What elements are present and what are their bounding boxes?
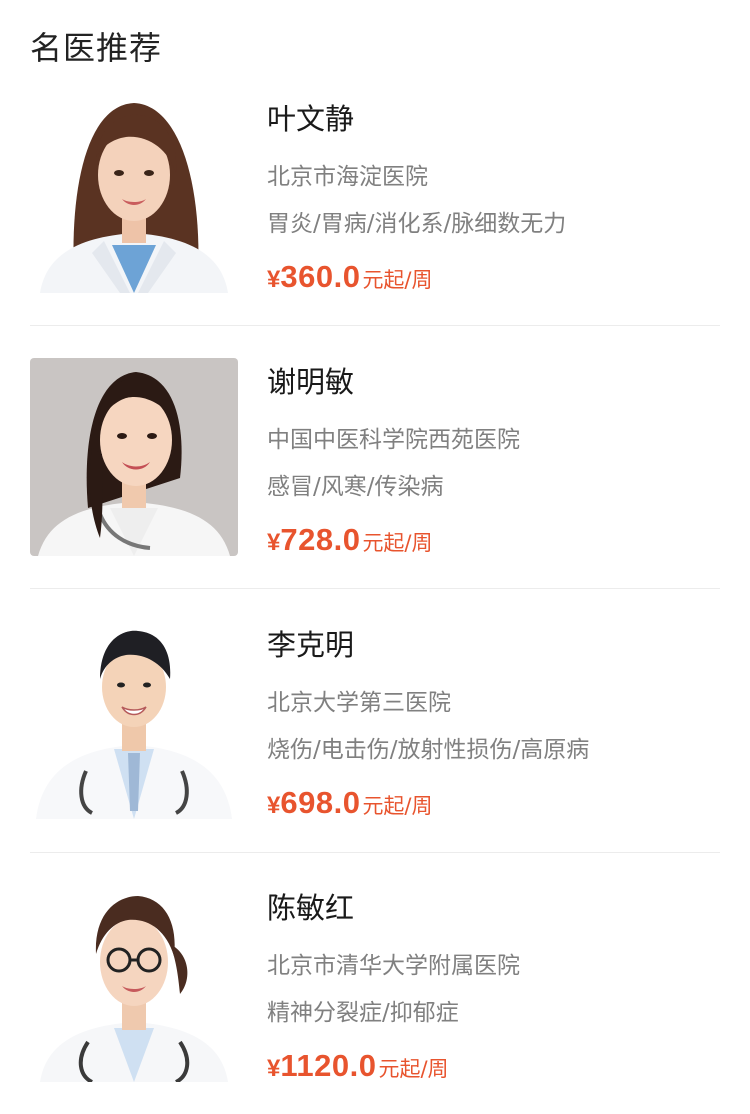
doctor-photo: [30, 95, 238, 293]
divider: [30, 852, 720, 853]
doctor-card[interactable]: 陈敏红 北京市清华大学附属医院 精神分裂症/抑郁症 ¥ 1120.0 元起/周: [30, 884, 720, 1084]
doctor-name: 陈敏红: [267, 891, 355, 925]
price-row: ¥ 698.0 元起/周: [267, 785, 433, 825]
doctor-specialty: 烧伤/电击伤/放射性损伤/高原病: [267, 737, 590, 763]
doctor-info: 陈敏红 北京市清华大学附属医院 精神分裂症/抑郁症 ¥ 1120.0 元起/周: [267, 884, 720, 1084]
price-value: 360.0: [280, 259, 361, 294]
price-currency: ¥: [267, 529, 281, 556]
price-row: ¥ 728.0 元起/周: [267, 522, 433, 562]
female-doctor-portrait-icon: [30, 95, 238, 293]
doctor-info: 李克明 北京大学第三医院 烧伤/电击伤/放射性损伤/高原病 ¥ 698.0 元起…: [267, 621, 720, 821]
price-value: 1120.0: [280, 1048, 377, 1083]
doctor-hospital: 中国中医科学院西苑医院: [267, 427, 520, 453]
doctor-name: 谢明敏: [267, 365, 355, 399]
price-unit: 元起/周: [362, 794, 433, 818]
doctor-photo: [30, 621, 238, 819]
divider: [30, 325, 720, 326]
divider: [30, 588, 720, 589]
price-currency: ¥: [267, 266, 281, 293]
doctor-info: 叶文静 北京市海淀医院 胃炎/胃病/消化系/脉细数无力 ¥ 360.0 元起/周: [267, 95, 720, 295]
doctor-photo: [30, 884, 238, 1082]
male-doctor-portrait-icon: [30, 621, 238, 819]
doctor-name: 李克明: [267, 628, 355, 662]
section-title: 名医推荐: [30, 29, 163, 67]
price-unit: 元起/周: [378, 1057, 449, 1081]
price-currency: ¥: [267, 792, 281, 819]
doctor-recommend-page: 名医推荐 叶文静 北京市海淀医院 胃炎/胃病/消化系/脉细数无力 ¥ 360.0…: [0, 0, 750, 1114]
doctor-card[interactable]: 李克明 北京大学第三医院 烧伤/电击伤/放射性损伤/高原病 ¥ 698.0 元起…: [30, 621, 720, 821]
doctor-card[interactable]: 叶文静 北京市海淀医院 胃炎/胃病/消化系/脉细数无力 ¥ 360.0 元起/周: [30, 95, 720, 295]
doctor-hospital: 北京市清华大学附属医院: [267, 953, 520, 979]
doctor-specialty: 精神分裂症/抑郁症: [267, 1000, 459, 1026]
price-currency: ¥: [267, 1055, 281, 1082]
doctor-name: 叶文静: [267, 102, 355, 136]
doctor-hospital: 北京市海淀医院: [267, 164, 428, 190]
doctor-info: 谢明敏 中国中医科学院西苑医院 感冒/风寒/传染病 ¥ 728.0 元起/周: [267, 358, 720, 558]
female-doctor-portrait-icon: [30, 358, 238, 556]
doctor-specialty: 感冒/风寒/传染病: [267, 474, 444, 500]
price-row: ¥ 360.0 元起/周: [267, 259, 433, 299]
price-value: 728.0: [280, 522, 361, 557]
price-unit: 元起/周: [362, 531, 433, 555]
doctor-hospital: 北京大学第三医院: [267, 690, 451, 716]
female-doctor-portrait-icon: [30, 884, 238, 1082]
doctor-photo: [30, 358, 238, 556]
price-row: ¥ 1120.0 元起/周: [267, 1048, 449, 1088]
price-value: 698.0: [280, 785, 361, 820]
price-unit: 元起/周: [362, 268, 433, 292]
doctor-specialty: 胃炎/胃病/消化系/脉细数无力: [267, 211, 567, 237]
doctor-card[interactable]: 谢明敏 中国中医科学院西苑医院 感冒/风寒/传染病 ¥ 728.0 元起/周: [30, 358, 720, 558]
